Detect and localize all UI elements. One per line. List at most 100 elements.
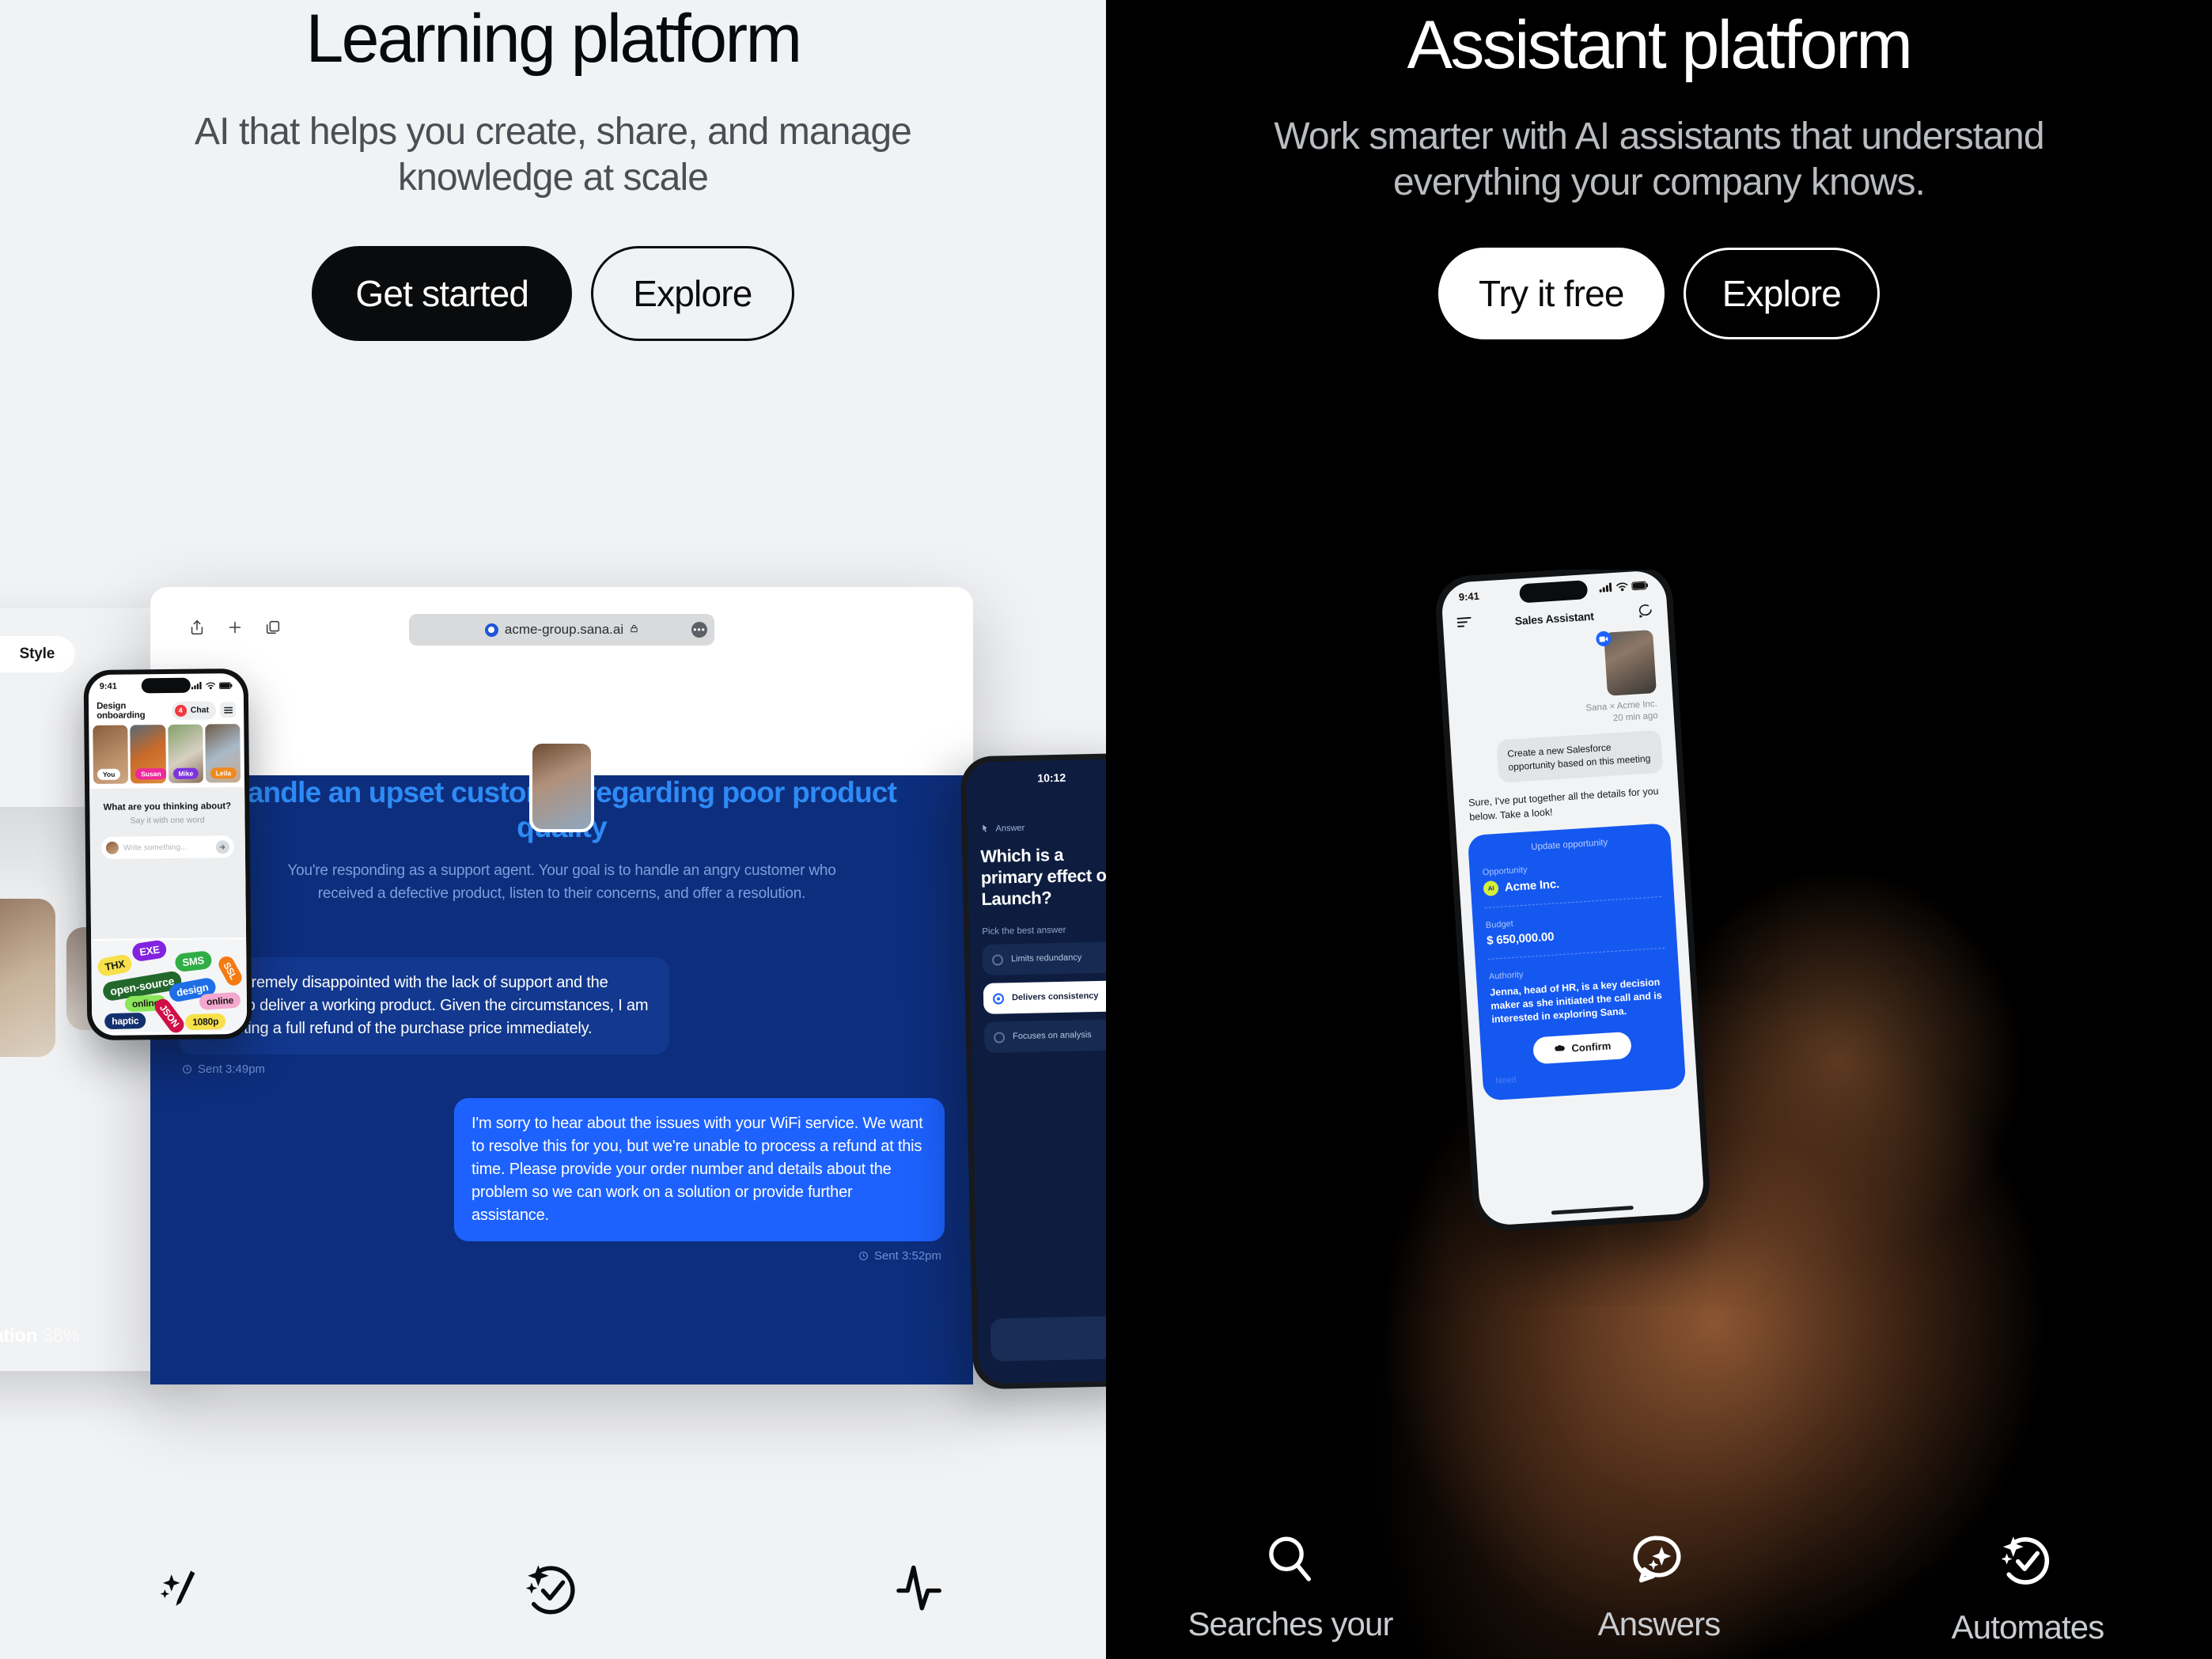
tab-style[interactable]: Style	[20, 646, 55, 663]
search-icon	[1259, 1528, 1322, 1591]
salesforce-cloud-icon	[1554, 1045, 1565, 1051]
phone-mock-learning: 9:41 Design onboarding 4 Chat You Susan …	[83, 668, 252, 1041]
quiz-option[interactable]: Focuses on analysis	[983, 1019, 1106, 1054]
feature-label: Searches your	[1187, 1605, 1393, 1642]
word-pill: online	[199, 991, 241, 1010]
left-product-scene: Script Style Josh AI narration 38%	[0, 587, 1106, 1421]
left-panel-learning-platform: Learning platform AI that helps you crea…	[0, 0, 1106, 1659]
explore-button[interactable]: Explore	[591, 245, 794, 341]
radio-icon	[993, 1032, 1006, 1044]
share-icon[interactable]	[188, 619, 206, 640]
radio-icon	[991, 954, 1004, 967]
word-pill: EXE	[131, 939, 169, 963]
browser-menu-icon[interactable]: •••	[691, 622, 707, 638]
tabs-overview-icon[interactable]	[264, 619, 282, 640]
feature-automates[interactable]: Automates	[1843, 1528, 2212, 1646]
cellular-icon	[1599, 582, 1612, 593]
meeting-thumbnail	[1595, 629, 1657, 696]
radio-icon-selected	[992, 993, 1005, 1006]
quiz-hint: Pick the best answer	[982, 926, 1066, 937]
new-tab-icon[interactable]	[226, 619, 244, 640]
pulse-activity-icon	[889, 1556, 954, 1621]
session-title: Design onboarding	[96, 701, 146, 721]
participant-name: Mike	[172, 767, 199, 779]
right-panel-assistant-platform: Assistant platform Work smarter with AI …	[1106, 0, 2212, 1659]
confirm-button[interactable]: Confirm	[1532, 1031, 1632, 1065]
send-arrow-icon[interactable]	[215, 839, 229, 854]
feature-label: Answers	[1597, 1605, 1721, 1642]
status-indicators	[191, 681, 233, 690]
get-started-button[interactable]: Get started	[312, 245, 573, 341]
lock-icon	[630, 622, 638, 638]
left-cta-row: Get started Explore	[87, 245, 1019, 341]
quiz-submit-button[interactable]	[990, 1316, 1106, 1362]
avatar	[105, 841, 119, 854]
page-subtitle: Work smarter with AI assistants that und…	[1274, 115, 2044, 204]
right-cta-row: Try it free Explore	[1201, 247, 2117, 339]
message-sent-time-outgoing: Sent 3:52pm	[873, 1249, 941, 1263]
word-pill: THX	[96, 953, 134, 978]
right-hero: Assistant platform Work smarter with AI …	[1106, 0, 2212, 339]
page-title: Assistant platform	[1407, 7, 1913, 83]
home-indicator	[1551, 1205, 1634, 1215]
chat-message-incoming: I am extremely disappointed with the lac…	[179, 957, 669, 1055]
quiz-kicker-label: Answer	[995, 823, 1025, 834]
site-favicon-icon	[484, 623, 498, 637]
word-pill: 1080p	[184, 1013, 226, 1031]
meeting-reference: Sana × Acme Inc. 20 min ago	[1444, 629, 1674, 734]
ai-narration-status: AI narration 38%	[0, 1325, 80, 1347]
roleplay-avatar	[529, 740, 594, 832]
sidebar-toggle-icon[interactable]	[1456, 616, 1472, 631]
chat-message-outgoing: I'm sorry to hear about the issues with …	[454, 1098, 945, 1242]
participant-name: You	[97, 768, 121, 780]
opportunity-value: Acme Inc.	[1504, 877, 1560, 895]
quiz-option-selected[interactable]: Delivers consistency	[983, 980, 1106, 1015]
user-message: Create a new Salesforce opportunity base…	[1496, 729, 1664, 783]
video-editor-tabs: Script Style	[0, 636, 76, 672]
phone-mock-assistant: 9:41 Sales Assistant Sana × Acme Inc. 20…	[1434, 570, 1712, 1233]
quiz-kicker: Answer	[979, 820, 1106, 834]
phone-screen-learning: 9:41 Design onboarding 4 Chat You Susan …	[88, 672, 248, 1036]
left-hero: Learning platform AI that helps you crea…	[0, 0, 1106, 341]
word-pill: SSL	[215, 953, 244, 988]
left-feature-row	[0, 1556, 1106, 1638]
explore-button[interactable]: Explore	[1683, 247, 1881, 339]
feature-search[interactable]: Searches your	[1106, 1528, 1475, 1646]
feature-insights[interactable]	[737, 1556, 1106, 1638]
confirm-label: Confirm	[1571, 1040, 1612, 1055]
try-it-free-button[interactable]: Try it free	[1437, 247, 1665, 339]
assistant-message: Sure, I've put together all the details …	[1468, 785, 1659, 823]
card-title: Update opportunity	[1530, 837, 1608, 853]
quiz-option[interactable]: Limits redundancy	[982, 941, 1106, 976]
new-chat-icon[interactable]	[1637, 602, 1654, 623]
cursor-icon	[983, 824, 987, 832]
video-icon	[1595, 631, 1612, 647]
message-sent-time-incoming: Sent 3:49pm	[198, 1062, 266, 1077]
chat-toggle-button[interactable]: 4 Chat	[171, 700, 217, 720]
feature-verify[interactable]	[369, 1556, 737, 1638]
ai-narration-percent: 38%	[42, 1325, 80, 1347]
feature-answers[interactable]: Answers	[1475, 1528, 1843, 1646]
assistant-title: Sales Assistant	[1514, 609, 1595, 627]
company-logo-icon: AI	[1483, 880, 1499, 896]
need-label: Need	[1494, 1074, 1517, 1086]
feature-create[interactable]	[0, 1556, 369, 1638]
battery-icon	[1631, 581, 1649, 590]
word-input[interactable]: Write something...	[100, 835, 235, 859]
word-pill: SMS	[174, 950, 213, 973]
status-indicators	[1599, 580, 1649, 593]
participant-tile: You	[93, 725, 129, 784]
chat-unread-badge: 4	[174, 704, 187, 717]
phone-session-header: Design onboarding 4 Chat	[89, 697, 244, 725]
page-subtitle: AI that helps you create, share, and man…	[195, 110, 912, 199]
word-input-placeholder: Write something...	[123, 843, 187, 853]
browser-url-bar[interactable]: acme-group.sana.ai •••	[409, 614, 714, 646]
two-panel-comparison: Learning platform AI that helps you crea…	[0, 0, 2212, 1659]
menu-icon[interactable]	[219, 702, 237, 718]
battery-icon	[218, 681, 233, 689]
sparkle-pen-icon	[152, 1556, 217, 1621]
participant-name: Leila	[210, 767, 237, 779]
participant-tile: Leila	[205, 724, 241, 783]
dynamic-island	[141, 677, 191, 694]
status-time: 9:41	[1458, 589, 1480, 603]
